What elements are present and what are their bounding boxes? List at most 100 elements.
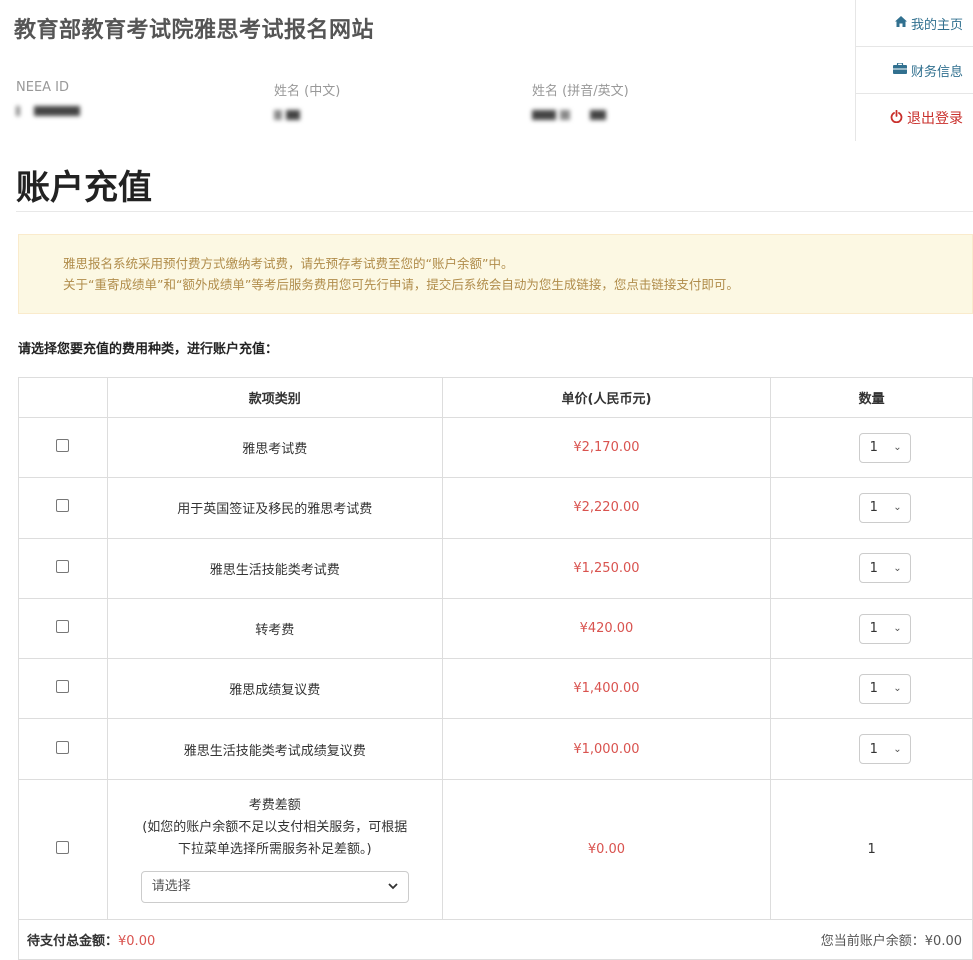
- row-checkbox[interactable]: [56, 620, 70, 634]
- fee-name: 雅思生活技能类考试费: [106, 537, 443, 599]
- top-nav: 我的主页 财务信息 退出登录: [855, 0, 973, 141]
- row-checkbox[interactable]: [56, 740, 70, 754]
- nav-finance-link[interactable]: 财务信息: [856, 47, 973, 94]
- quantity-value: 1: [869, 621, 878, 637]
- row-checkbox[interactable]: [56, 680, 70, 694]
- quantity-select[interactable]: 1 ⌄: [858, 492, 911, 523]
- briefcase-icon: [892, 62, 907, 77]
- table-header-row: 款项类别 单价(人民币元) 数量: [18, 377, 973, 418]
- quantity-value: 1: [869, 440, 878, 456]
- row-select-cell: [18, 718, 108, 780]
- qty-cell: 1 ⌄: [770, 718, 973, 780]
- table-row: 转考费 ¥420.00 1 ⌄: [18, 597, 973, 660]
- quantity-select[interactable]: 1 ⌄: [858, 553, 911, 584]
- english-name-label: 姓名 (拼音/英文): [532, 84, 629, 99]
- quantity-select[interactable]: 1 ⌄: [858, 613, 911, 644]
- neea-id-value-redacted: [16, 103, 84, 117]
- total-due-value: ¥0.00: [118, 933, 156, 949]
- fee-price: ¥1,000.00: [441, 718, 772, 780]
- row-select-cell: [18, 778, 108, 920]
- table-row: 雅思生活技能类考试成绩复议费 ¥1,000.00 1 ⌄: [18, 718, 973, 780]
- table-footer-row: 待支付总金额：¥0.00 您当前账户余额：¥0.00: [18, 918, 973, 960]
- quantity-select[interactable]: 1 ⌄: [858, 673, 911, 704]
- chinese-name-label: 姓名 (中文): [274, 84, 341, 99]
- qty-cell: 1 ⌄: [770, 537, 973, 599]
- table-row: 用于英国签证及移民的雅思考试费 ¥2,220.00 1 ⌄: [18, 477, 973, 539]
- chinese-name-field: 姓名 (中文): [274, 80, 340, 121]
- row-select-cell: [18, 537, 108, 599]
- quantity-select[interactable]: 1 ⌄: [858, 734, 911, 765]
- fee-price: ¥1,400.00: [441, 658, 772, 720]
- service-select-dropdown[interactable]: 请选择: [140, 871, 409, 904]
- english-name-value-redacted: [532, 107, 629, 121]
- nav-logout-link[interactable]: 退出登录: [856, 94, 973, 141]
- quantity-value: 1: [869, 500, 878, 516]
- header-select: [18, 377, 108, 418]
- chinese-name-value-redacted: [274, 107, 340, 121]
- total-due: 待支付总金额：¥0.00: [19, 930, 155, 949]
- quantity-value: 1: [869, 681, 878, 697]
- fee-difference-qty: 1: [770, 778, 973, 920]
- neea-id-field: NEEA ID: [16, 80, 84, 117]
- nav-home-label: 我的主页: [910, 17, 963, 33]
- row-checkbox[interactable]: [56, 840, 70, 854]
- fee-price: ¥1,250.00: [441, 537, 772, 599]
- nav-finance-label: 财务信息: [910, 64, 963, 80]
- fee-name: 用于英国签证及移民的雅思考试费: [106, 477, 443, 539]
- row-checkbox[interactable]: [56, 439, 70, 453]
- fee-difference-desc: 下拉菜单选择所需服务补足差额。): [177, 842, 372, 858]
- fee-name: 雅思考试费: [106, 416, 443, 479]
- nav-home-link[interactable]: 我的主页: [856, 0, 973, 47]
- notice-line: 雅思报名系统采用预付费方式缴纳考试费，请先预存考试费至您的“账户余额”中。: [63, 256, 514, 271]
- account-balance: 您当前账户余额：¥0.00: [821, 930, 972, 949]
- chevron-down-icon: [388, 876, 398, 898]
- header-quantity: 数量: [770, 377, 973, 418]
- row-checkbox[interactable]: [56, 559, 70, 573]
- row-select-cell: [18, 416, 108, 479]
- chevron-down-icon: ⌄: [893, 743, 902, 755]
- qty-cell: 1 ⌄: [770, 416, 973, 479]
- fee-name: 转考费: [106, 597, 443, 660]
- header-price: 单价(人民币元): [441, 377, 772, 418]
- qty-cell: 1 ⌄: [770, 658, 973, 720]
- nav-logout-label: 退出登录: [907, 110, 963, 127]
- fee-difference-desc: (如您的账户余额不足以支付相关服务，可根据: [142, 820, 408, 836]
- fee-table: 款项类别 单价(人民币元) 数量 雅思考试费 ¥2,170.00 1 ⌄ 用于英国…: [18, 377, 973, 960]
- instruction-text: 请选择您要充值的费用种类，进行账户充值：: [18, 342, 279, 357]
- chevron-down-icon: ⌄: [893, 562, 902, 574]
- summary-cell: 待支付总金额：¥0.00 您当前账户余额：¥0.00: [18, 918, 973, 960]
- chevron-down-icon: ⌄: [893, 683, 902, 695]
- table-row: 雅思成绩复议费 ¥1,400.00 1 ⌄: [18, 658, 973, 720]
- table-row-fee-difference: 考费差额 (如您的账户余额不足以支付相关服务，可根据 下拉菜单选择所需服务补足差…: [18, 778, 973, 920]
- fee-name: 雅思成绩复议费: [106, 658, 443, 720]
- quantity-value: 1: [869, 560, 878, 576]
- fee-price: ¥2,170.00: [441, 416, 772, 479]
- table-row: 雅思考试费 ¥2,170.00 1 ⌄: [18, 416, 973, 479]
- notice-alert: 雅思报名系统采用预付费方式缴纳考试费，请先预存考试费至您的“账户余额”中。 关于…: [18, 234, 973, 314]
- notice-line: 关于“重寄成绩单”和“额外成绩单”等考后服务费用您可先行申请，提交后系统会自动为…: [63, 277, 739, 292]
- account-balance-value: ¥0.00: [924, 933, 962, 949]
- fee-price: ¥2,220.00: [441, 477, 772, 539]
- english-name-field: 姓名 (拼音/英文): [532, 80, 629, 121]
- qty-cell: 1 ⌄: [770, 597, 973, 660]
- chevron-down-icon: ⌄: [893, 442, 902, 454]
- title-divider: [16, 211, 973, 212]
- table-row: 雅思生活技能类考试费 ¥1,250.00 1 ⌄: [18, 537, 973, 599]
- qty-cell: 1 ⌄: [770, 477, 973, 539]
- account-balance-label: 您当前账户余额：: [820, 933, 925, 949]
- quantity-select[interactable]: 1 ⌄: [858, 432, 911, 463]
- fee-price: ¥420.00: [441, 597, 772, 660]
- fee-difference-cell: 考费差额 (如您的账户余额不足以支付相关服务，可根据 下拉菜单选择所需服务补足差…: [106, 778, 443, 920]
- chevron-down-icon: ⌄: [893, 502, 902, 514]
- site-title: 教育部教育考试院雅思考试报名网站: [14, 18, 375, 43]
- home-icon: [894, 16, 907, 30]
- fee-difference-name: 考费差额: [248, 798, 301, 814]
- header-category: 款项类别: [106, 377, 443, 418]
- power-icon: [890, 109, 903, 126]
- row-checkbox[interactable]: [56, 499, 70, 513]
- chevron-down-icon: ⌄: [893, 623, 902, 635]
- fee-price: ¥0.00: [441, 778, 772, 920]
- service-select-value: 请选择: [151, 879, 191, 895]
- neea-id-label: NEEA ID: [16, 80, 70, 95]
- quantity-value: 1: [869, 741, 878, 757]
